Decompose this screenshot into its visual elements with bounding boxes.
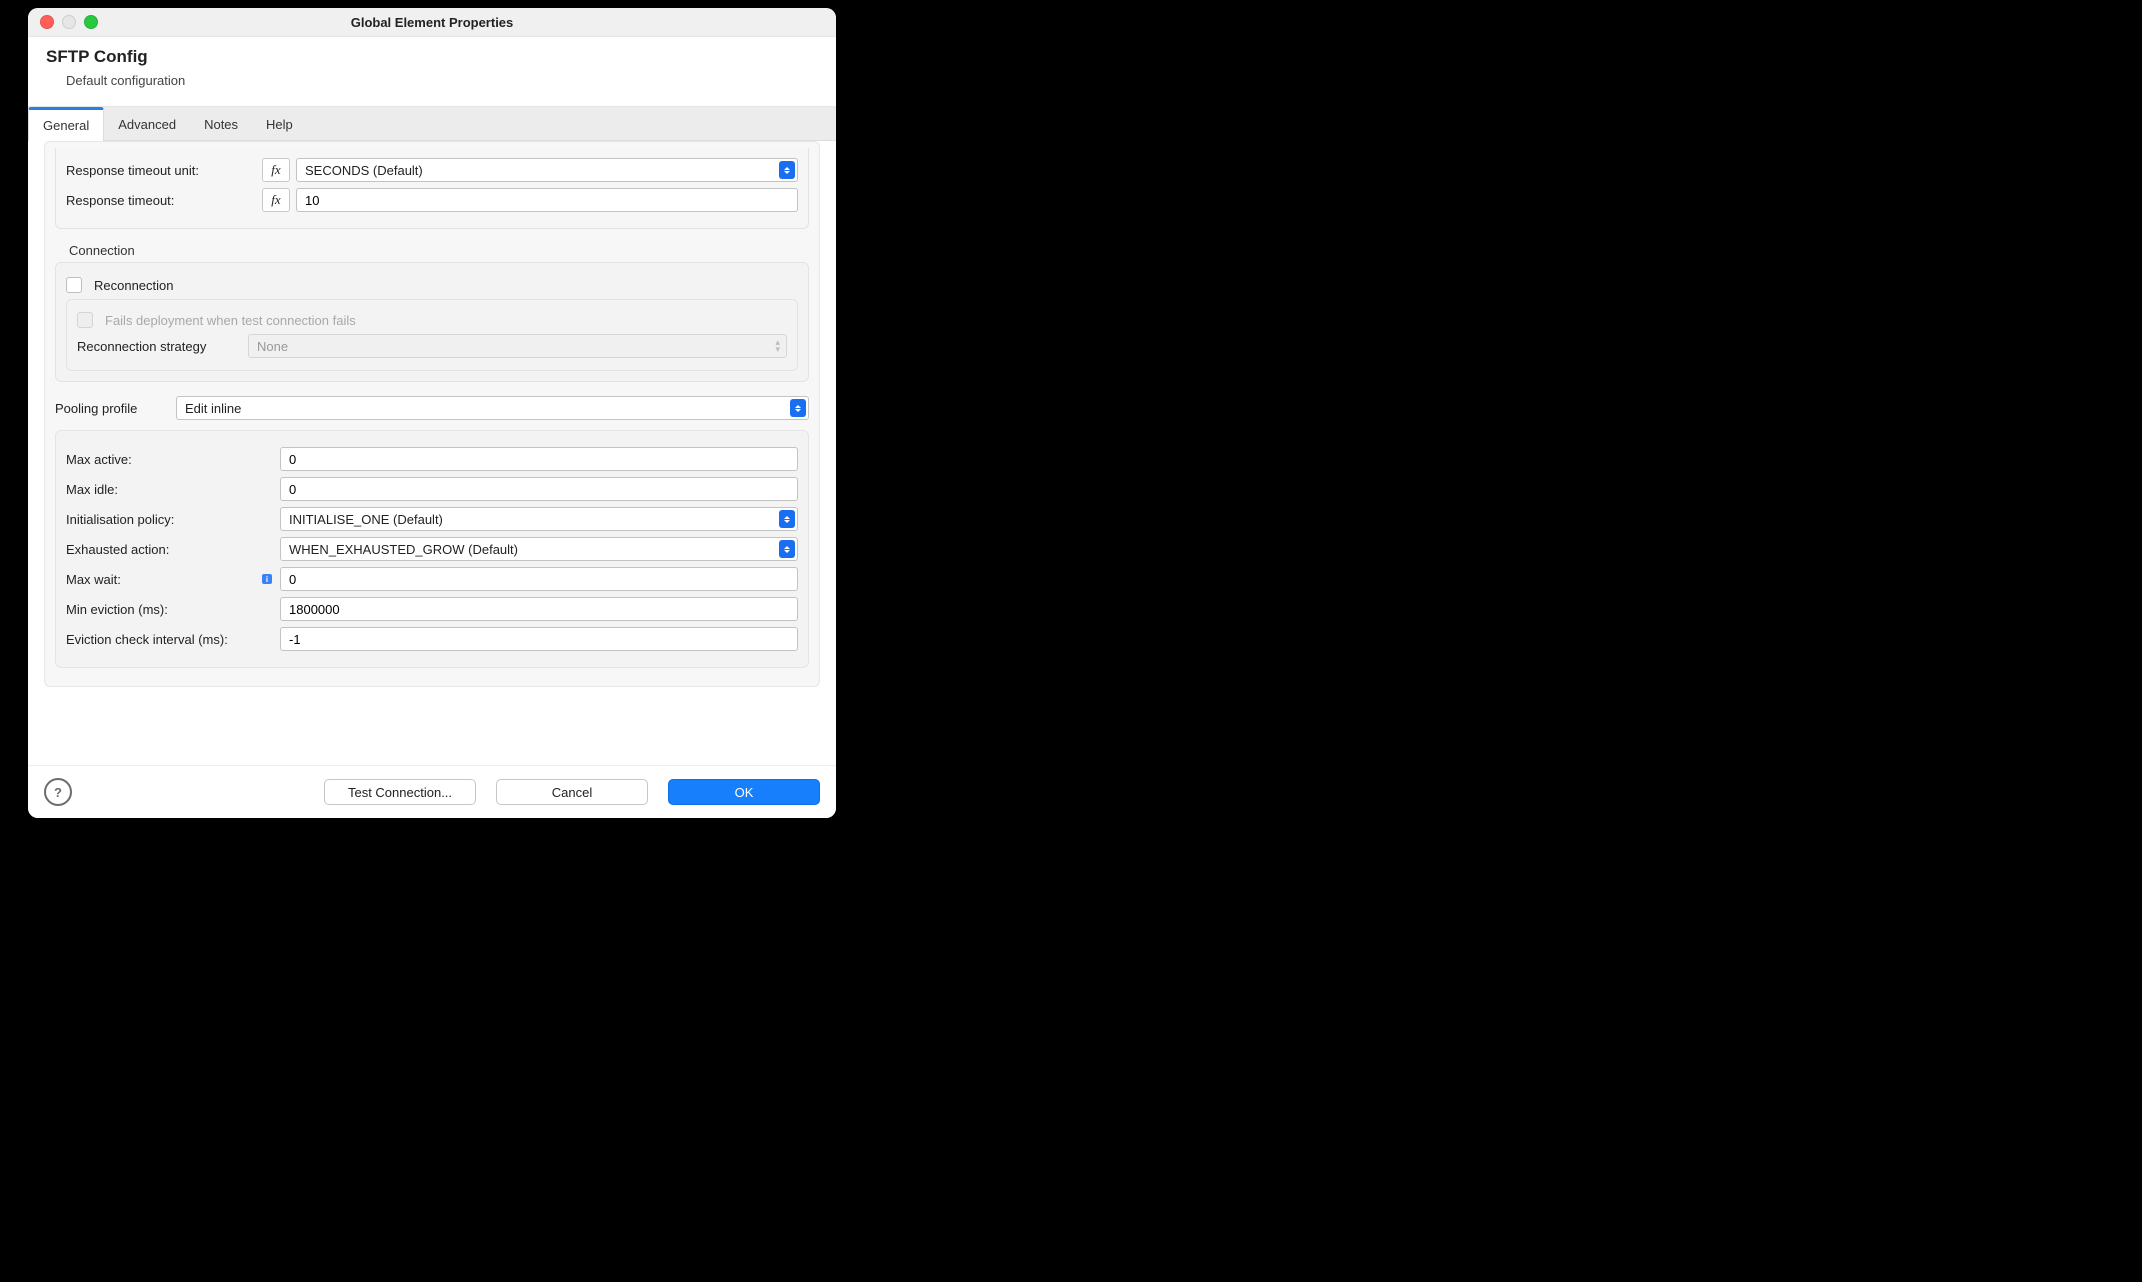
input-max-active[interactable] [280, 447, 798, 471]
select-value: None [257, 339, 288, 354]
input-max-idle[interactable] [280, 477, 798, 501]
titlebar: Global Element Properties [28, 8, 836, 37]
zoom-window-button[interactable] [84, 15, 98, 29]
close-window-button[interactable] [40, 15, 54, 29]
window-title: Global Element Properties [351, 15, 514, 30]
row-max-wait: Max wait: i [66, 567, 798, 591]
row-response-timeout-unit: Response timeout unit: fx SECONDS (Defau… [66, 158, 798, 182]
row-pooling-profile: Pooling profile Edit inline [55, 396, 809, 420]
checkbox-fails-deployment [77, 312, 93, 328]
tab-general[interactable]: General [28, 107, 104, 141]
input-max-wait[interactable] [280, 567, 798, 591]
cancel-button[interactable]: Cancel [496, 779, 648, 805]
chevron-updown-icon [779, 510, 795, 528]
select-reconnection-strategy: None ▴▾ [248, 334, 787, 358]
dialog-window: Global Element Properties SFTP Config De… [28, 8, 836, 818]
select-value: INITIALISE_ONE (Default) [289, 512, 443, 527]
label-eviction-check-interval: Eviction check interval (ms): [66, 632, 274, 647]
row-reconnection: Reconnection [66, 277, 798, 293]
input-eviction-check-interval[interactable] [280, 627, 798, 651]
row-reconnection-strategy: Reconnection strategy None ▴▾ [77, 334, 787, 358]
dialog-footer: ? Test Connection... Cancel OK [28, 765, 836, 818]
config-description: Default configuration [46, 73, 818, 88]
row-exhausted-action: Exhausted action: WHEN_EXHAUSTED_GROW (D… [66, 537, 798, 561]
tab-advanced[interactable]: Advanced [104, 109, 190, 140]
label-initialisation-policy: Initialisation policy: [66, 512, 274, 527]
row-min-eviction: Min eviction (ms): [66, 597, 798, 621]
connection-panel: Reconnection Fails deployment when test … [55, 262, 809, 382]
fx-button-timeout[interactable]: fx [262, 188, 290, 212]
tab-notes[interactable]: Notes [190, 109, 252, 140]
select-value: SECONDS (Default) [305, 163, 423, 178]
label-min-eviction: Min eviction (ms): [66, 602, 274, 617]
select-value: WHEN_EXHAUSTED_GROW (Default) [289, 542, 518, 557]
row-response-timeout: Response timeout: fx [66, 188, 798, 212]
reconnection-inner-panel: Fails deployment when test connection fa… [66, 299, 798, 371]
window-controls [40, 15, 98, 29]
main-panel: Response timeout unit: fx SECONDS (Defau… [44, 141, 820, 687]
input-min-eviction[interactable] [280, 597, 798, 621]
chevron-updown-icon [790, 399, 806, 417]
label-response-timeout: Response timeout: [66, 193, 256, 208]
select-response-timeout-unit[interactable]: SECONDS (Default) [296, 158, 798, 182]
section-label-connection: Connection [69, 243, 809, 258]
dialog-header: SFTP Config Default configuration [28, 37, 836, 106]
row-fails-deployment: Fails deployment when test connection fa… [77, 312, 787, 328]
test-connection-button[interactable]: Test Connection... [324, 779, 476, 805]
label-pooling-profile: Pooling profile [55, 401, 170, 416]
row-initialisation-policy: Initialisation policy: INITIALISE_ONE (D… [66, 507, 798, 531]
select-value: Edit inline [185, 401, 241, 416]
row-eviction-check-interval: Eviction check interval (ms): [66, 627, 798, 651]
config-name: SFTP Config [46, 47, 818, 67]
label-max-idle: Max idle: [66, 482, 274, 497]
select-initialisation-policy[interactable]: INITIALISE_ONE (Default) [280, 507, 798, 531]
row-max-idle: Max idle: [66, 477, 798, 501]
input-response-timeout[interactable] [296, 188, 798, 212]
tab-content-general: Response timeout unit: fx SECONDS (Defau… [28, 141, 836, 765]
timeout-panel: Response timeout unit: fx SECONDS (Defau… [55, 148, 809, 229]
tab-bar: General Advanced Notes Help [28, 106, 836, 141]
label-max-wait: Max wait: [66, 572, 121, 587]
chevron-updown-icon [779, 161, 795, 179]
label-fails-deployment: Fails deployment when test connection fa… [105, 313, 356, 328]
label-response-timeout-unit: Response timeout unit: [66, 163, 256, 178]
label-reconnection: Reconnection [94, 278, 174, 293]
minimize-window-button [62, 15, 76, 29]
chevron-updown-icon: ▴▾ [775, 339, 780, 353]
select-exhausted-action[interactable]: WHEN_EXHAUSTED_GROW (Default) [280, 537, 798, 561]
info-icon[interactable]: i [262, 574, 272, 584]
chevron-updown-icon [779, 540, 795, 558]
select-pooling-profile[interactable]: Edit inline [176, 396, 809, 420]
label-reconnection-strategy: Reconnection strategy [77, 339, 242, 354]
label-exhausted-action: Exhausted action: [66, 542, 274, 557]
help-icon[interactable]: ? [44, 778, 72, 806]
tab-help[interactable]: Help [252, 109, 307, 140]
fx-button-timeout-unit[interactable]: fx [262, 158, 290, 182]
checkbox-reconnection[interactable] [66, 277, 82, 293]
label-max-active: Max active: [66, 452, 274, 467]
pooling-grid-panel: Max active: Max idle: Initialisation pol… [55, 430, 809, 668]
row-max-active: Max active: [66, 447, 798, 471]
ok-button[interactable]: OK [668, 779, 820, 805]
